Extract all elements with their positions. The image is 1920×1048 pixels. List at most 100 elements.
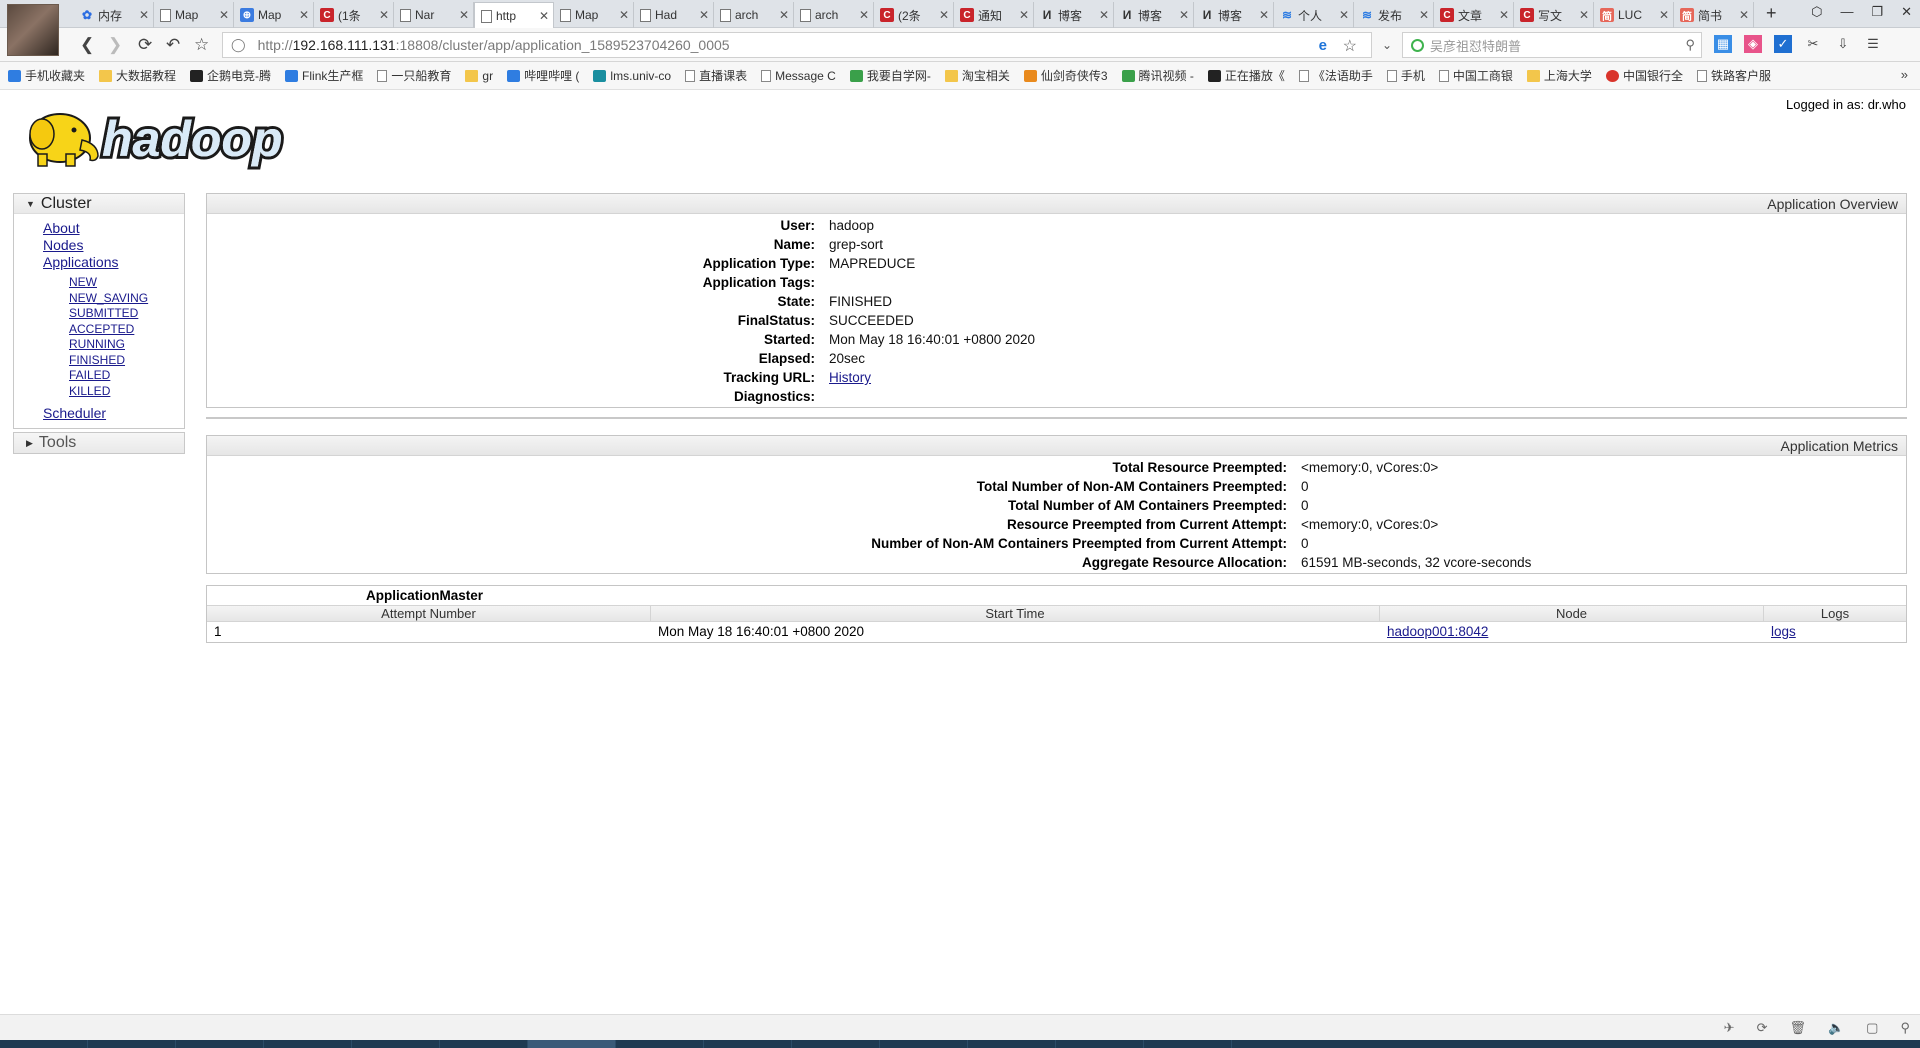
ie-mode-icon[interactable]: e — [1319, 37, 1327, 54]
favorite-star-icon[interactable]: ☆ — [194, 35, 209, 55]
bookmark-item[interactable]: 铁路客户服 — [1696, 67, 1771, 84]
browser-tab[interactable]: 简简书 ✕ — [1674, 2, 1754, 28]
trash-icon[interactable]: 🗑 — [1789, 1020, 1806, 1036]
col-attempt-number[interactable]: Attempt Number — [207, 606, 651, 621]
browser-tab[interactable]: Map ✕ — [154, 2, 234, 28]
tab-close-icon[interactable]: ✕ — [1259, 8, 1269, 22]
close-window-icon[interactable]: ✕ — [1901, 4, 1912, 20]
nav-link-state-killed[interactable]: KILLED — [69, 384, 184, 400]
restore-icon[interactable]: ❐ — [1871, 4, 1883, 20]
taskbar-item[interactable] — [176, 1040, 264, 1048]
refresh-status-icon[interactable]: ⟳ — [1757, 1020, 1768, 1036]
browser-tab[interactable]: И 博客 ✕ — [1034, 2, 1114, 28]
browser-tab[interactable]: http ✕ — [474, 2, 554, 29]
bookmark-item[interactable]: 大数据教程 — [99, 67, 176, 84]
tab-close-icon[interactable]: ✕ — [939, 8, 949, 22]
col-node[interactable]: Node — [1380, 606, 1764, 621]
browser-tab[interactable]: Had ✕ — [634, 2, 714, 28]
search-icon[interactable]: ⚲ — [1685, 37, 1695, 53]
tab-close-icon[interactable]: ✕ — [859, 8, 869, 22]
download-check-icon[interactable]: ✓ — [1774, 35, 1792, 53]
address-dropdown-icon[interactable]: ⌄ — [1382, 38, 1392, 52]
browser-tab[interactable]: arch ✕ — [714, 2, 794, 28]
tab-close-icon[interactable]: ✕ — [699, 8, 709, 22]
taskbar-item[interactable] — [528, 1040, 616, 1048]
reload-icon[interactable]: ⟳ — [138, 35, 152, 55]
tab-close-icon[interactable]: ✕ — [1019, 8, 1029, 22]
browser-tab[interactable]: C 写文 ✕ — [1514, 2, 1594, 28]
nav-link-state-accepted[interactable]: ACCEPTED — [69, 322, 184, 338]
nav-link-state-new[interactable]: NEW — [69, 275, 184, 291]
menu-icon[interactable]: ☰ — [1864, 35, 1882, 53]
tab-close-icon[interactable]: ✕ — [1339, 8, 1349, 22]
taskbar-item[interactable] — [1144, 1040, 1232, 1048]
tab-close-icon[interactable]: ✕ — [1099, 8, 1109, 22]
browser-tab[interactable]: ≋ 个人 ✕ — [1274, 2, 1354, 28]
taskbar-item[interactable] — [792, 1040, 880, 1048]
tab-close-icon[interactable]: ✕ — [1659, 8, 1669, 22]
bookmark-item[interactable]: 正在播放《 — [1207, 67, 1285, 84]
taskbar-item[interactable] — [968, 1040, 1056, 1048]
new-tab-button[interactable]: + — [1766, 3, 1777, 24]
bookmark-item[interactable]: Flink生产框 — [285, 67, 363, 84]
minimize-icon[interactable]: — — [1840, 4, 1853, 20]
apps-grid-icon[interactable]: ▦ — [1714, 35, 1732, 53]
browser-tab[interactable]: C 通知 ✕ — [954, 2, 1034, 28]
bookmark-item[interactable]: 直播课表 — [685, 67, 747, 84]
back-icon[interactable]: ❮ — [80, 35, 94, 55]
bookmark-star-icon[interactable]: ☆ — [1343, 36, 1357, 56]
downloads-icon[interactable]: ⇩ — [1834, 35, 1852, 53]
bookmark-item[interactable]: Message C — [761, 69, 836, 83]
bookmark-item[interactable]: 中国银行全 — [1605, 67, 1683, 84]
browser-tab[interactable]: ⊕ Map ✕ — [234, 2, 314, 28]
browser-tab[interactable]: C (2条 ✕ — [874, 2, 954, 28]
bookmark-item[interactable]: gr — [465, 69, 493, 83]
browser-tab[interactable]: И 博客 ✕ — [1194, 2, 1274, 28]
taskbar-item[interactable] — [616, 1040, 704, 1048]
tracking-url-link[interactable]: History — [829, 370, 871, 385]
browser-tab[interactable]: arch ✕ — [794, 2, 874, 28]
tab-close-icon[interactable]: ✕ — [299, 8, 309, 22]
taskbar-item[interactable] — [88, 1040, 176, 1048]
bookmark-item[interactable]: 哔哩哔哩 ( — [507, 67, 579, 84]
tab-close-icon[interactable]: ✕ — [779, 8, 789, 22]
bookmark-item[interactable]: 腾讯视频 - — [1121, 67, 1194, 84]
user-avatar[interactable] — [7, 4, 59, 56]
tab-close-icon[interactable]: ✕ — [459, 8, 469, 22]
bookmark-item[interactable]: 一只船教育 — [377, 67, 451, 84]
browser-tab[interactable]: C (1条 ✕ — [314, 2, 394, 28]
logs-link[interactable]: logs — [1771, 624, 1796, 639]
browser-tab[interactable]: ✿ 内存 ✕ — [74, 2, 154, 28]
nav-link-about[interactable]: About — [43, 220, 184, 237]
taskbar-item[interactable] — [440, 1040, 528, 1048]
tab-close-icon[interactable]: ✕ — [1739, 8, 1749, 22]
col-start-time[interactable]: Start Time — [651, 606, 1380, 621]
hadoop-logo[interactable]: hadoop hadoop — [16, 100, 316, 172]
nav-link-nodes[interactable]: Nodes — [43, 237, 184, 254]
tab-close-icon[interactable]: ✕ — [619, 8, 629, 22]
search-input[interactable]: 吴彦祖怼特朗普 ⚲ — [1402, 32, 1702, 58]
col-logs[interactable]: Logs — [1764, 606, 1906, 621]
node-link[interactable]: hadoop001:8042 — [1387, 624, 1488, 639]
nav-link-state-failed[interactable]: FAILED — [69, 368, 184, 384]
browser-tab[interactable]: И 博客 ✕ — [1114, 2, 1194, 28]
browser-tab[interactable]: Nar ✕ — [394, 2, 474, 28]
taskbar-item[interactable] — [704, 1040, 792, 1048]
nav-link-state-submitted[interactable]: SUBMITTED — [69, 306, 184, 322]
bookmark-item[interactable]: 我要自学网- — [849, 67, 931, 84]
bookmark-item[interactable]: 《法语助手 — [1298, 67, 1373, 84]
bookmark-item[interactable]: 中国工商银 — [1438, 67, 1513, 84]
nav-link-applications[interactable]: Applications — [43, 254, 184, 271]
address-bar[interactable]: ◯ http://192.168.111.131:18808/cluster/a… — [222, 32, 1372, 58]
bookmarks-more-button[interactable]: » — [1901, 67, 1908, 82]
tab-close-icon[interactable]: ✕ — [219, 8, 229, 22]
bookmark-item[interactable]: 仙剑奇侠传3 — [1023, 67, 1108, 84]
taskbar-item[interactable] — [880, 1040, 968, 1048]
nav-tools-header[interactable]: ▶ Tools — [14, 433, 184, 453]
nav-link-state-finished[interactable]: FINISHED — [69, 353, 184, 369]
bookmark-item[interactable]: 企鹅电竞-腾 — [190, 67, 271, 84]
browser-tab[interactable]: 简 LUC ✕ — [1594, 2, 1674, 28]
bookmark-item[interactable]: lms.univ-co — [593, 69, 671, 83]
zoom-icon[interactable]: ⚲ — [1900, 1020, 1910, 1036]
browser-tab[interactable]: C 文章 ✕ — [1434, 2, 1514, 28]
